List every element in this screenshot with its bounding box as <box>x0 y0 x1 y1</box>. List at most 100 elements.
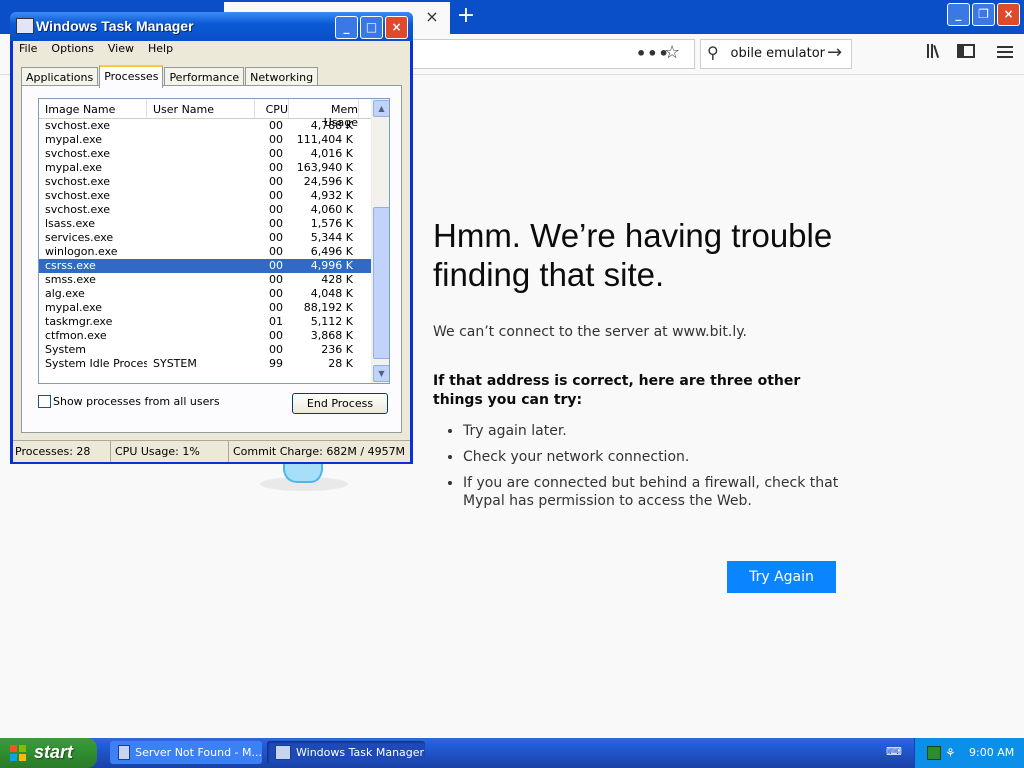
library-icon[interactable] <box>924 43 946 65</box>
try-again-button[interactable]: Try Again <box>727 561 836 593</box>
tab-processes[interactable]: Processes <box>99 65 164 88</box>
table-row[interactable]: taskmgr.exe 01 5,112 K <box>39 315 389 329</box>
process-image-name: ctfmon.exe <box>45 329 107 342</box>
start-button[interactable]: start <box>0 738 97 768</box>
process-mem-usage: 163,940 K <box>296 161 353 174</box>
scroll-down-arrow-icon[interactable]: ▼ <box>373 365 389 382</box>
taskbar-item-task-manager[interactable]: Windows Task Manager <box>267 741 425 764</box>
table-row[interactable]: alg.exe 00 4,048 K <box>39 287 389 301</box>
search-go-arrow-icon[interactable]: → <box>827 42 842 63</box>
task-manager-tray-icon[interactable] <box>927 746 941 760</box>
maximize-button[interactable]: □ <box>360 16 383 39</box>
process-cpu: 00 <box>269 343 283 356</box>
process-cpu: 00 <box>269 329 283 342</box>
hamburger-menu-icon[interactable] <box>994 43 1016 65</box>
scroll-up-arrow-icon[interactable]: ▲ <box>373 100 389 117</box>
process-cpu: 00 <box>269 147 283 160</box>
process-user-name <box>147 189 255 203</box>
column-header-image-name[interactable]: Image Name <box>39 99 147 118</box>
process-list[interactable]: Image Name User Name CPU Mem Usage svcho… <box>38 98 390 384</box>
process-image-name: csrss.exe <box>45 259 96 272</box>
restore-button[interactable]: ❐ <box>972 3 995 26</box>
table-row[interactable]: svchost.exe 00 24,596 K <box>39 175 389 189</box>
process-mem-usage: 3,868 K <box>310 329 353 342</box>
table-row[interactable]: winlogon.exe 00 6,496 K <box>39 245 389 259</box>
list-item: If you are connected but behind a firewa… <box>463 474 863 510</box>
bookmark-star-icon[interactable]: ☆ <box>664 42 680 63</box>
process-image-name: svchost.exe <box>45 175 111 188</box>
network-icon[interactable]: ⚘ <box>945 746 957 760</box>
menu-item-help[interactable]: Help <box>148 42 173 55</box>
menu-item-file[interactable]: File <box>19 42 37 55</box>
close-button[interactable]: × <box>385 16 408 39</box>
table-row[interactable]: svchost.exe 00 4,060 K <box>39 203 389 217</box>
keyboard-icon[interactable]: ⌨ <box>886 745 902 758</box>
process-image-name: alg.exe <box>45 287 85 300</box>
error-description: We can’t connect to the server at www.bi… <box>433 324 747 340</box>
table-row[interactable]: csrss.exe 00 4,996 K <box>39 259 389 273</box>
table-row[interactable]: mypal.exe 00 111,404 K <box>39 133 389 147</box>
table-row[interactable]: System 00 236 K <box>39 343 389 357</box>
column-header-mem-usage[interactable]: Mem Usage <box>289 99 359 129</box>
process-user-name <box>147 287 255 301</box>
table-row[interactable]: mypal.exe 00 88,192 K <box>39 301 389 315</box>
table-row[interactable]: services.exe 00 5,344 K <box>39 231 389 245</box>
process-user-name: SYSTEM <box>153 357 197 370</box>
tab-applications[interactable]: Applications <box>21 67 99 87</box>
process-user-name <box>147 147 255 161</box>
table-row[interactable]: svchost.exe 00 4,016 K <box>39 147 389 161</box>
tab-performance[interactable]: Performance <box>164 67 245 87</box>
process-rows: svchost.exe 00 4,788 K mypal.exe 00 111,404 K… <box>39 119 389 371</box>
process-image-name: mypal.exe <box>45 133 103 146</box>
search-input[interactable]: mobile emulator <box>731 46 825 61</box>
task-manager-body: File Options View Help Applications Proc… <box>13 41 410 462</box>
table-row[interactable]: svchost.exe 00 4,932 K <box>39 189 389 203</box>
process-mem-usage: 4,788 K <box>310 119 353 132</box>
process-mem-usage: 4,048 K <box>310 287 353 300</box>
new-tab-button[interactable]: + <box>454 4 478 28</box>
table-row[interactable]: svchost.exe 00 4,788 K <box>39 119 389 133</box>
show-all-users-checkbox[interactable]: Show processes from all users <box>38 395 220 408</box>
column-header-user-name[interactable]: User Name <box>147 99 255 118</box>
table-row[interactable]: mypal.exe 00 163,940 K <box>39 161 389 175</box>
checkbox-box[interactable] <box>38 395 51 408</box>
start-label: start <box>34 742 74 762</box>
list-item: Try again later. <box>463 422 863 440</box>
process-list-scrollbar[interactable]: ▲ ▼ <box>371 99 389 383</box>
error-tips-list: Try again later. Check your network conn… <box>433 422 863 518</box>
process-image-name: taskmgr.exe <box>45 315 113 328</box>
taskbar-item-browser[interactable]: Server Not Found - M... <box>110 741 262 764</box>
minimize-button[interactable]: _ <box>947 3 970 26</box>
table-row[interactable]: ctfmon.exe 00 3,868 K <box>39 329 389 343</box>
status-commit-charge: Commit Charge: 682M / 4957M <box>233 445 406 458</box>
table-row[interactable]: smss.exe 00 428 K <box>39 273 389 287</box>
close-button[interactable]: × <box>997 3 1020 26</box>
task-manager-titlebar[interactable]: Windows Task Manager _ □ × <box>10 12 413 41</box>
process-image-name: System <box>45 343 87 356</box>
column-header-cpu[interactable]: CPU <box>255 99 289 118</box>
minimize-button[interactable]: _ <box>335 16 358 39</box>
system-tray: ⚘ 9:00 AM <box>914 738 1024 768</box>
url-bar[interactable]: ••• ☆ <box>410 39 695 69</box>
process-user-name <box>147 343 255 357</box>
sidebar-icon[interactable] <box>955 43 977 65</box>
process-user-name <box>147 301 255 315</box>
process-mem-usage: 4,996 K <box>310 259 353 272</box>
search-bar[interactable]: ⚲ mobile emulator → <box>700 39 852 69</box>
process-cpu: 00 <box>269 133 283 146</box>
menu-item-options[interactable]: Options <box>51 42 93 55</box>
process-mem-usage: 5,344 K <box>310 231 353 244</box>
table-row[interactable]: System Idle Process SYSTEM 99 28 K <box>39 357 389 371</box>
process-mem-usage: 5,112 K <box>310 315 353 328</box>
scrollbar-thumb[interactable] <box>373 207 389 359</box>
process-image-name: svchost.exe <box>45 189 111 202</box>
tab-networking[interactable]: Networking <box>245 67 319 87</box>
task-manager-window: Windows Task Manager _ □ × File Options … <box>10 12 413 464</box>
process-user-name <box>147 245 255 259</box>
menu-item-view[interactable]: View <box>108 42 134 55</box>
table-row[interactable]: lsass.exe 00 1,576 K <box>39 217 389 231</box>
process-cpu: 00 <box>269 245 283 258</box>
process-cpu: 00 <box>269 175 283 188</box>
end-process-button[interactable]: End Process <box>292 393 388 414</box>
tab-close-button[interactable]: × <box>422 7 442 27</box>
